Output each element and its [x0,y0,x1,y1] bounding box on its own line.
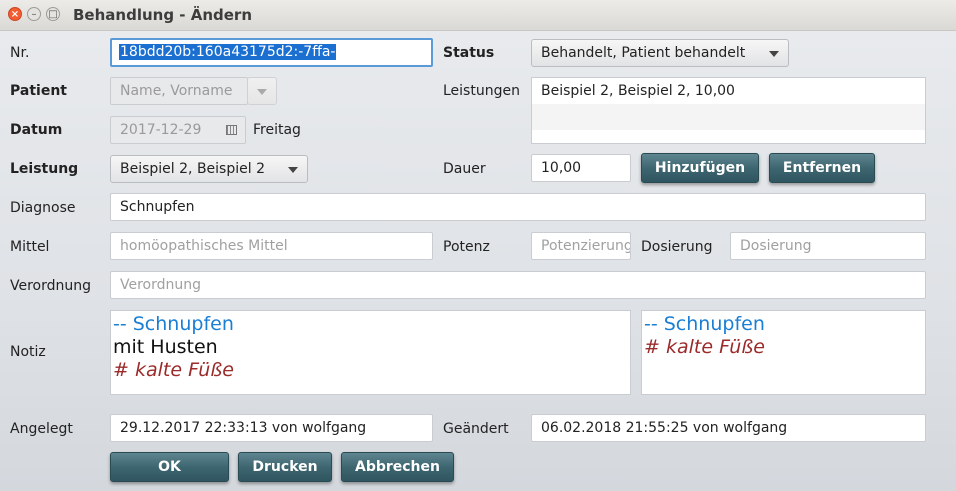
geaendert-field: 06.02.2018 21:55:25 von wolfgang [531,414,926,442]
title-bar: × – □ Behandlung - Ändern [0,0,956,31]
verordnung-input[interactable]: Verordnung [110,271,926,299]
entfernen-button[interactable]: Entfernen [769,153,875,183]
label-status: Status [443,45,495,61]
nr-value: 18bdd20b:160a43175d2:-7ffa- [119,44,337,60]
label-dosierung: Dosierung [641,239,713,255]
ok-button[interactable]: OK [110,452,229,482]
potenz-input[interactable]: Potenzierung [531,232,631,260]
status-select[interactable]: Behandelt, Patient behandelt [531,39,789,67]
dauer-input[interactable]: 10,00 [531,154,631,182]
label-leistungen: Leistungen [443,83,520,99]
datum-value: 2017-12-29 [120,122,202,138]
patient-dropdown-button[interactable] [247,77,277,105]
datum-field[interactable]: 2017-12-29 [110,116,246,144]
maximize-icon[interactable]: □ [46,7,60,21]
label-geaendert: Geändert [443,421,509,437]
list-item-empty [532,104,925,130]
label-leistung: Leistung [10,161,79,177]
preview-line-comment: # kalte Füße [644,336,765,358]
patient-input[interactable]: Name, Vorname [110,77,248,105]
dialog-window: × – □ Behandlung - Ändern Nr. Patient Da… [0,0,956,491]
notiz-line-text: mit Husten [113,336,218,358]
nr-field[interactable]: 18bdd20b:160a43175d2:-7ffa- [110,38,433,67]
label-potenz: Potenz [443,239,490,255]
notiz-preview: -- Schnupfen # kalte Füße [641,310,926,395]
notiz-textarea[interactable]: -- Schnupfen mit Husten # kalte Füße [110,310,631,395]
calendar-icon[interactable] [226,125,237,135]
chevron-down-icon [257,89,267,95]
dosierung-input[interactable]: Dosierung [730,232,926,260]
mittel-input[interactable]: homöopathisches Mittel [110,232,433,260]
status-value: Behandelt, Patient behandelt [541,45,746,61]
label-datum: Datum [10,122,63,138]
label-verordnung: Verordnung [10,278,92,294]
hinzufuegen-button[interactable]: Hinzufügen [641,153,759,183]
angelegt-field: 29.12.2017 22:33:13 von wolfgang [110,414,433,442]
label-nr: Nr. [10,45,30,61]
label-patient: Patient [10,83,67,99]
label-notiz: Notiz [10,344,46,360]
minimize-icon[interactable]: – [27,7,41,21]
label-diagnose: Diagnose [10,200,76,216]
leistung-select[interactable]: Beispiel 2, Beispiel 2 [110,155,308,183]
diagnose-input[interactable]: Schnupfen [110,193,926,221]
abbrechen-button[interactable]: Abbrechen [341,452,454,482]
chevron-down-icon [769,51,779,57]
drucken-button[interactable]: Drucken [238,452,332,482]
weekday-label: Freitag [253,122,301,138]
notiz-line-comment: # kalte Füße [113,359,234,381]
notiz-line-heading: -- Schnupfen [113,313,234,335]
leistung-value: Beispiel 2, Beispiel 2 [120,161,265,177]
list-item[interactable]: Beispiel 2, Beispiel 2, 10,00 [532,78,925,104]
label-angelegt: Angelegt [10,421,73,437]
leistungen-list[interactable]: Beispiel 2, Beispiel 2, 10,00 [531,77,926,144]
chevron-down-icon [288,167,298,173]
window-title: Behandlung - Ändern [73,6,253,24]
label-mittel: Mittel [10,239,50,255]
label-dauer: Dauer [443,161,486,177]
preview-line-heading: -- Schnupfen [644,313,765,335]
close-icon[interactable]: × [8,7,22,21]
